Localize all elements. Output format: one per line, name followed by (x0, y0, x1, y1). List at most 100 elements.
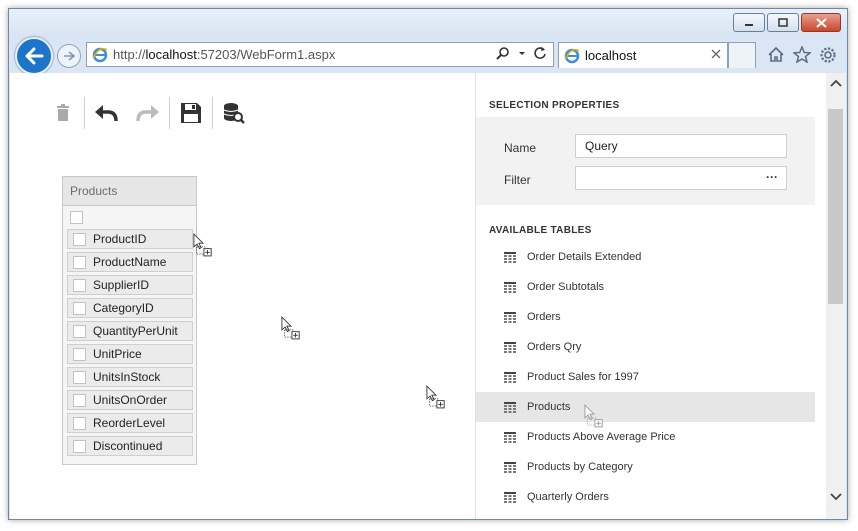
field-checkbox[interactable] (73, 301, 86, 315)
name-value: Query (585, 139, 618, 153)
navigation-bar: http://localhost:57203/WebForm1.aspx loc… (9, 36, 847, 75)
redo-button[interactable] (127, 95, 169, 131)
scroll-up-icon[interactable] (828, 75, 844, 91)
available-table-item[interactable]: Product Sales for 1997 (476, 362, 815, 392)
address-path: :57203/WebForm1.aspx (196, 47, 336, 62)
designer-toolbar (42, 95, 255, 131)
drag-copy-cursor-icon (193, 233, 212, 257)
field-row[interactable]: UnitsInStock (67, 367, 193, 387)
data-source-button[interactable] (213, 95, 255, 131)
data-source-icon (223, 103, 245, 124)
field-checkbox[interactable] (73, 416, 86, 430)
field-checkbox[interactable] (73, 370, 86, 384)
gear-icon[interactable] (819, 46, 837, 69)
available-table-label: Products by Category (527, 461, 633, 473)
field-checkbox[interactable] (73, 439, 86, 453)
field-label: Discontinued (93, 439, 163, 453)
table-grid-icon (504, 311, 516, 323)
undo-button[interactable] (85, 95, 127, 131)
table-grid-icon (504, 461, 516, 473)
refresh-icon[interactable] (534, 46, 547, 63)
title-bar (9, 9, 847, 39)
select-all-checkbox[interactable] (70, 211, 83, 224)
field-row[interactable]: Discontinued (67, 436, 193, 456)
query-designer-surface[interactable]: Products ProductID ProductName SupplierID C… (10, 73, 476, 519)
vertical-scrollbar[interactable] (826, 73, 846, 519)
close-window-button[interactable] (801, 13, 841, 32)
save-button[interactable] (170, 95, 212, 131)
field-label: SupplierID (93, 278, 150, 292)
available-table-item[interactable]: Products (476, 392, 815, 422)
field-checkbox[interactable] (73, 393, 86, 407)
search-dropdown-icon[interactable] (518, 46, 526, 63)
available-tables-list: Order Details Extended Order Subtotals Ord… (476, 242, 815, 512)
address-bar[interactable]: http://localhost:57203/WebForm1.aspx (86, 42, 554, 67)
field-label: ProductName (93, 255, 167, 269)
field-row[interactable]: CategoryID (67, 298, 193, 318)
products-table-card[interactable]: Products ProductID ProductName SupplierID C… (62, 176, 197, 465)
field-checkbox[interactable] (73, 232, 86, 246)
available-table-label: Products Above Average Price (527, 431, 676, 443)
tab-title: localhost (585, 48, 637, 63)
table-title[interactable]: Products (63, 177, 196, 206)
field-label: UnitsOnOrder (93, 393, 168, 407)
filter-edit-button[interactable]: ··· (766, 170, 778, 184)
close-tab-icon[interactable] (711, 47, 721, 62)
name-label: Name (504, 141, 537, 155)
filter-label: Filter (504, 173, 531, 187)
field-row[interactable]: ProductName (67, 252, 193, 272)
field-row[interactable]: SupplierID (67, 275, 193, 295)
field-label: UnitPrice (93, 347, 142, 361)
ie-logo-icon (564, 48, 580, 63)
field-label: ReorderLevel (93, 416, 166, 430)
selection-properties-section: Name Query Filter ··· (476, 117, 815, 205)
new-tab-button[interactable] (728, 42, 756, 68)
back-button[interactable] (15, 37, 53, 75)
search-icon[interactable] (496, 46, 510, 63)
page-content: Products ProductID ProductName SupplierID C… (10, 73, 846, 519)
scroll-down-icon[interactable] (828, 489, 844, 505)
available-table-item[interactable]: Orders (476, 302, 815, 332)
available-table-label: Order Subtotals (527, 281, 605, 293)
field-checkbox[interactable] (73, 324, 86, 338)
table-grid-icon (504, 401, 516, 413)
field-checkbox[interactable] (73, 278, 86, 292)
available-table-item[interactable]: Order Details Extended (476, 242, 815, 272)
drag-copy-cursor-icon (426, 385, 445, 409)
home-icon[interactable] (767, 46, 785, 69)
table-grid-icon (504, 281, 516, 293)
delete-button[interactable] (42, 95, 84, 131)
drag-copy-cursor-icon (281, 316, 300, 340)
field-row[interactable]: UnitPrice (67, 344, 193, 364)
minimize-button[interactable] (733, 13, 765, 32)
select-all-row (63, 206, 196, 229)
field-checkbox[interactable] (73, 347, 86, 361)
available-table-item[interactable]: Order Subtotals (476, 272, 815, 302)
star-icon[interactable] (792, 45, 812, 69)
address-protocol: http:// (113, 47, 146, 62)
field-row[interactable]: QuantityPerUnit (67, 321, 193, 341)
selection-properties-title: SELECTION PROPERTIES (489, 100, 620, 111)
available-table-item[interactable]: Orders Qry (476, 332, 815, 362)
field-row[interactable]: ReorderLevel (67, 413, 193, 433)
table-grid-icon (504, 431, 516, 443)
scrollbar-thumb[interactable] (828, 109, 843, 304)
field-row[interactable]: UnitsOnOrder (67, 390, 193, 410)
browser-tab[interactable]: localhost (558, 42, 728, 68)
available-table-item[interactable]: Products Above Average Price (476, 422, 815, 452)
redo-icon (136, 105, 159, 122)
forward-button[interactable] (57, 44, 81, 68)
field-row[interactable]: ProductID (67, 229, 193, 249)
maximize-button[interactable] (767, 13, 799, 32)
available-table-item[interactable]: Products by Category (476, 452, 815, 482)
name-input[interactable]: Query (575, 134, 787, 158)
available-table-item[interactable]: Quarterly Orders (476, 482, 815, 512)
available-table-label: Product Sales for 1997 (527, 371, 639, 383)
field-label: QuantityPerUnit (93, 324, 178, 338)
table-grid-icon (504, 251, 516, 263)
available-table-label: Products (527, 401, 571, 413)
available-tables-title: AVAILABLE TABLES (489, 225, 592, 236)
filter-input[interactable]: ··· (575, 166, 787, 190)
field-checkbox[interactable] (73, 255, 86, 269)
save-icon (181, 103, 201, 123)
